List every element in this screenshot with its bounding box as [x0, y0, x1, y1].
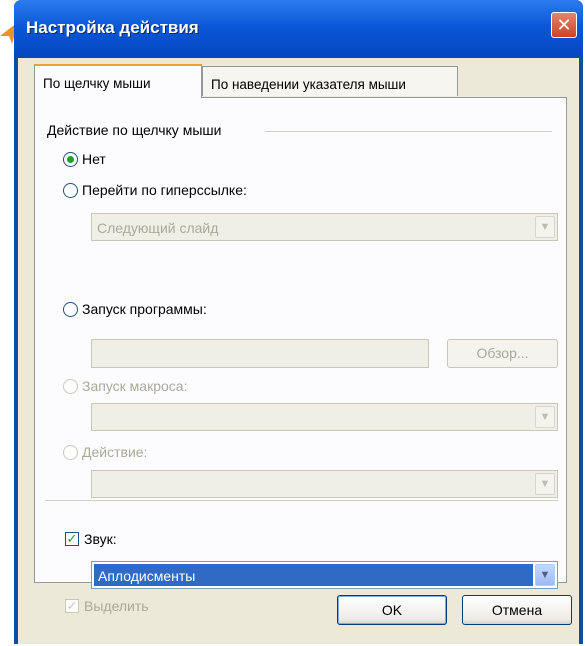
- radio-hyperlink[interactable]: Перейти по гиперссылке:: [63, 182, 247, 198]
- tab-panel: Действие по щелчку мыши Нет Перейти по г…: [34, 97, 567, 614]
- radio-none-label: Нет: [82, 151, 106, 167]
- chevron-down-icon[interactable]: ▼: [535, 406, 555, 428]
- group-divider: [265, 131, 552, 132]
- radio-none[interactable]: Нет: [63, 151, 106, 167]
- radio-run-macro[interactable]: Запуск макроса:: [63, 378, 187, 394]
- group-label: Действие по щелчку мыши: [47, 122, 228, 138]
- highlight-checkbox-label: Выделить: [84, 598, 149, 614]
- hyperlink-select-value: Следующий слайд: [97, 220, 219, 236]
- macro-select[interactable]: ▼: [91, 403, 558, 431]
- browse-button[interactable]: Обзор...: [447, 339, 558, 368]
- dialog-body: По щелчку мыши По наведении указателя мы…: [18, 58, 579, 644]
- tab-mouse-click-label: По щелчку мыши: [43, 76, 151, 91]
- highlight-checkbox[interactable]: ✓ Выделить: [65, 598, 149, 614]
- radio-hyperlink-label: Перейти по гиперссылке:: [82, 182, 247, 198]
- ok-button[interactable]: OK: [337, 595, 447, 625]
- chevron-down-icon[interactable]: ▼: [535, 564, 555, 586]
- radio-none-indicator[interactable]: [63, 151, 78, 167]
- radio-run-program[interactable]: Запуск программы:: [63, 301, 207, 317]
- sound-checkbox[interactable]: ✓ Звук:: [65, 531, 117, 547]
- highlight-checkbox-box[interactable]: ✓: [65, 599, 79, 613]
- tab-mouse-over[interactable]: По наведении указателя мыши: [202, 66, 458, 96]
- radio-object-action-indicator[interactable]: [63, 444, 78, 460]
- sound-checkbox-box[interactable]: ✓: [65, 532, 79, 546]
- radio-object-action[interactable]: Действие:: [63, 444, 147, 460]
- radio-run-program-indicator[interactable]: [63, 301, 78, 317]
- title-bar: Настройка действия ✕: [14, 0, 583, 58]
- radio-object-action-label: Действие:: [82, 444, 148, 460]
- action-settings-dialog: Настройка действия ✕ По щелчку мыши По н…: [14, 0, 583, 644]
- tab-mouse-over-label: По наведении указателя мыши: [211, 77, 406, 92]
- sound-select-value: Аплодисменты: [94, 564, 533, 586]
- sound-select[interactable]: Аплодисменты ▼: [91, 561, 558, 589]
- program-path-input[interactable]: [91, 339, 429, 368]
- chevron-down-icon[interactable]: ▼: [535, 216, 555, 238]
- cancel-button[interactable]: Отмена: [462, 595, 572, 625]
- object-action-select[interactable]: ▼: [91, 470, 558, 498]
- hyperlink-select[interactable]: Следующий слайд ▼: [91, 213, 558, 241]
- radio-run-macro-label: Запуск макроса:: [82, 378, 188, 394]
- radio-run-macro-indicator[interactable]: [63, 378, 78, 394]
- chevron-down-icon[interactable]: ▼: [535, 473, 555, 495]
- radio-run-program-label: Запуск программы:: [82, 301, 207, 317]
- section-divider: [45, 500, 558, 501]
- tab-mouse-click[interactable]: По щелчку мыши: [34, 64, 202, 98]
- close-button[interactable]: ✕: [551, 12, 577, 38]
- sound-checkbox-label: Звук:: [84, 531, 117, 547]
- radio-hyperlink-indicator[interactable]: [63, 182, 78, 198]
- dialog-title: Настройка действия: [26, 18, 199, 37]
